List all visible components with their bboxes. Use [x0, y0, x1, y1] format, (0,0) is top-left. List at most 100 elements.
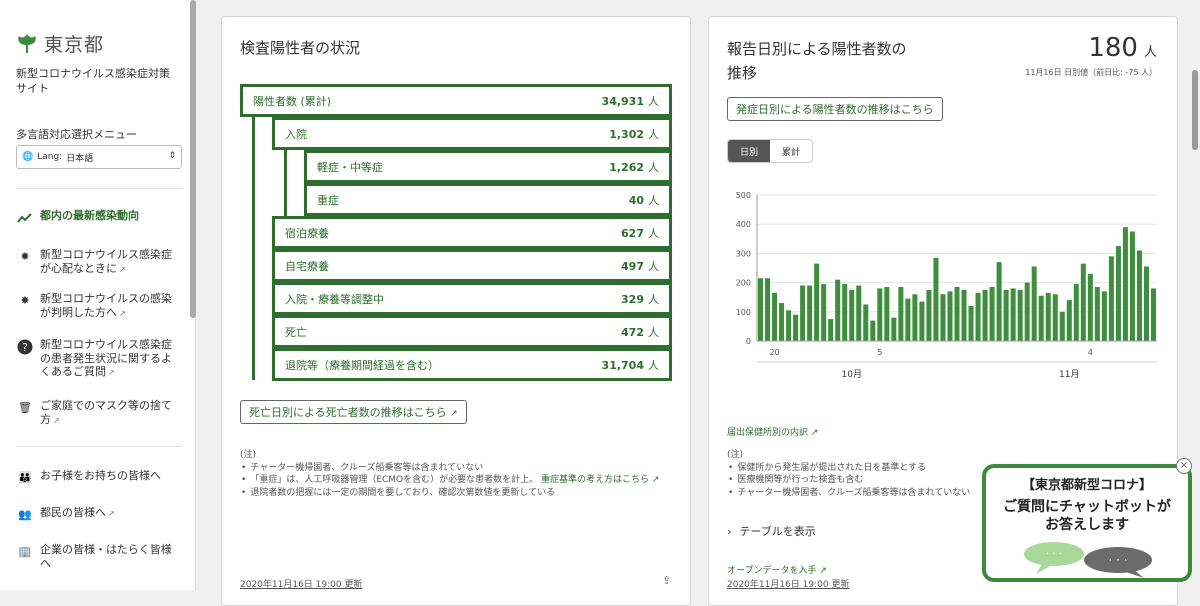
sidebar: 東京都 新型コロナウイルス感染症対策サイト 多言語対応選択メニュー 🌐 Lang…: [0, 0, 196, 590]
tree-line: [284, 147, 287, 217]
daily-cumulative-toggle: 日別 累計: [727, 139, 814, 163]
bar: [933, 257, 939, 341]
stat-unit: 人: [648, 358, 659, 372]
bar: [884, 286, 890, 341]
bar: [842, 284, 848, 341]
bar: [898, 286, 904, 341]
nav-item-business[interactable]: 🏢 企業の皆様・はたらく皆様へ: [16, 543, 186, 570]
bar: [758, 278, 764, 341]
lang-menu-label: 多言語対応選択メニュー: [16, 128, 137, 141]
stat-label: 重症: [317, 193, 339, 207]
nav-item-infected[interactable]: ✸ 新型コロナウイルスの感染が判明した方へ ↗: [16, 292, 186, 320]
bar: [828, 319, 834, 341]
svg-text:· · ·: · · ·: [1108, 553, 1127, 567]
bar: [1052, 294, 1058, 341]
x-tick-label: 5: [877, 348, 882, 357]
chat-bubbles-icon: · · · · · ·: [1024, 542, 1152, 578]
month-label: 11月: [1059, 369, 1079, 380]
nav-item-children[interactable]: 👪 お子様をお持ちの皆様へ: [16, 469, 186, 487]
link-label: オープンデータを入手: [727, 566, 817, 576]
bar: [1010, 288, 1016, 341]
positive-status-card: 検査陽性者の状況 陽性者数 (累計) 34,931 人 入院 1,302 人 軽症・…: [221, 16, 691, 606]
bar: [919, 301, 925, 341]
bar: [786, 310, 792, 341]
bar: [856, 285, 862, 341]
nav-label: 都内の最新感染動向: [40, 209, 139, 222]
title-line: 報告日別による陽性者数の: [727, 40, 907, 58]
nav-item-latest-trend[interactable]: 都内の最新感染動向: [16, 209, 186, 227]
updated-time: 2020年11月16日 19:00 更新: [727, 580, 850, 590]
bar: [1059, 311, 1065, 341]
stat-label: 入院・療養等調整中: [285, 292, 384, 306]
bar: [968, 305, 974, 341]
stat-label: 退院等（療養期間経過を含む）: [285, 358, 439, 372]
bar: [989, 286, 995, 341]
nav-item-citizens[interactable]: 👥 都民の皆様へ ↗: [16, 506, 186, 524]
value: 180: [1088, 33, 1138, 63]
bar: [772, 292, 778, 341]
onset-trend-button[interactable]: 発症日別による陽性者数の推移はこちら: [727, 97, 943, 121]
chatbot-banner[interactable]: 【東京都新型コロナ】 ご質問にチャットボットが お答えします · · · · ·…: [982, 464, 1192, 582]
globe-icon: 🌐: [22, 152, 34, 162]
nav-label: 企業の皆様・はたらく皆様へ: [40, 543, 172, 570]
link-label: 届出保健所別の内訳: [727, 428, 809, 438]
virus-icon: ✸: [20, 294, 30, 308]
question-icon: ?: [16, 338, 34, 356]
chevron-right-icon: ›: [727, 525, 732, 538]
bar: [877, 288, 883, 341]
bar: [1087, 273, 1093, 341]
bar: [1136, 250, 1142, 341]
severe-criteria-link[interactable]: 重症基準の考え方はこちら: [541, 475, 649, 485]
health-center-link[interactable]: 届出保健所別の内訳 ↗: [727, 425, 818, 438]
toggle-cumulative[interactable]: 累計: [770, 140, 812, 162]
bar: [1038, 295, 1044, 341]
nav-item-worried[interactable]: ✸ 新型コロナウイルス感染症が心配なときに ↗: [16, 248, 186, 276]
trend-icon: [16, 209, 34, 227]
bar: [1101, 291, 1107, 341]
stat-unit: 人: [648, 325, 659, 339]
updated-time: 2020年11月16日 19:00 更新: [240, 580, 363, 590]
people-icon: 👥: [18, 508, 32, 522]
x-tick-label: 4: [1088, 348, 1093, 357]
stat-unit: 人: [648, 160, 659, 174]
bar: [1073, 284, 1079, 341]
stat-unit: 人: [648, 226, 659, 240]
nav-item-faq[interactable]: ? 新型コロナウイルス感染症の患者発生状況に関するよくあるご質問 ↗: [16, 338, 186, 380]
nav-label: お子様をお持ちの皆様へ: [40, 469, 161, 482]
stat-label: 自宅療養: [285, 259, 329, 273]
card-title: 検査陽性者の状況: [240, 39, 361, 57]
bar: [1080, 263, 1086, 341]
bar: [1031, 266, 1037, 341]
nav-item-mask[interactable]: 🗑 ご家庭でのマスク等の捨て方 ↗: [16, 399, 186, 427]
share-icon[interactable]: ⇪: [662, 574, 671, 587]
site-logo[interactable]: 東京都: [16, 30, 104, 57]
stat-deaths: 死亡 472 人: [272, 315, 672, 348]
chatbot-message: ご質問にチャットボットが お答えします: [986, 498, 1188, 534]
main-scrollbar[interactable]: [1192, 70, 1198, 150]
table-toggle[interactable]: › テーブルを表示: [727, 523, 816, 539]
bar: [905, 298, 911, 341]
language-select[interactable]: 🌐 Lang: 日本語 ⇕: [16, 145, 182, 169]
stat-value: 31,704: [601, 358, 644, 372]
chatbot-close-icon[interactable]: ×: [1176, 458, 1192, 474]
stat-mild: 軽症・中等症 1,262 人: [304, 150, 672, 183]
nav-label: 都民の皆様へ: [40, 506, 106, 519]
stat-label: 軽症・中等症: [317, 160, 383, 174]
bar: [1024, 282, 1030, 341]
divider: [16, 446, 182, 447]
bar: [982, 289, 988, 341]
stat-severe: 重症 40 人: [304, 183, 672, 216]
opendata-link[interactable]: オープンデータを入手 ↗: [727, 563, 827, 576]
sidebar-scrollbar[interactable]: [190, 0, 196, 318]
bar: [1003, 289, 1009, 341]
external-link-icon: ↗: [119, 264, 126, 274]
death-trend-button[interactable]: 死亡日別による死亡者数の推移はこちら ↗: [240, 400, 467, 424]
stat-value: 1,302: [609, 127, 644, 141]
button-label: 死亡日別による死亡者数の推移はこちら: [249, 406, 447, 419]
daily-value: 180 人: [1088, 33, 1157, 63]
toggle-daily[interactable]: 日別: [728, 140, 771, 162]
y-tick-label: 400: [736, 220, 751, 229]
notes-head: (注): [727, 450, 744, 460]
stat-value: 627: [621, 226, 644, 240]
bar: [926, 289, 932, 341]
